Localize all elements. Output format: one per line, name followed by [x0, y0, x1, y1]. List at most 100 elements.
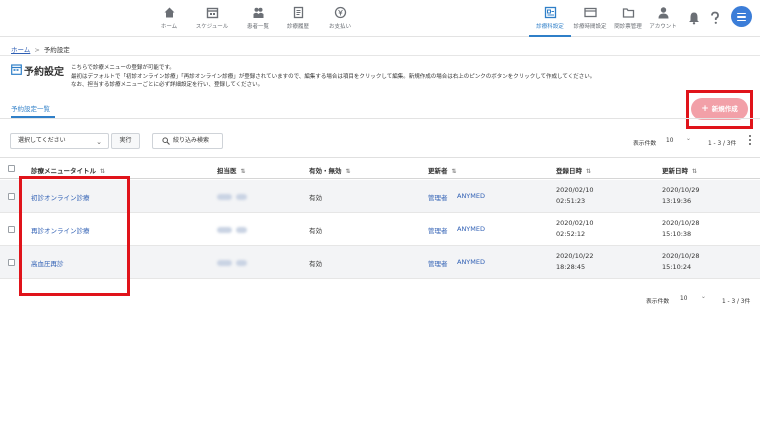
sort-icon: ⇅ — [586, 168, 592, 175]
doctor-name-redacted — [236, 194, 247, 200]
breadcrumb-separator: > — [34, 46, 40, 54]
page-description: こちらで診療メニューの登録が可能です。 最初はデフォルトで「初診オンライン診療」… — [71, 64, 595, 90]
history-icon — [292, 6, 305, 19]
nav-home-label: ホーム — [160, 24, 178, 30]
filter-search-label: 絞り込み検索 — [173, 137, 210, 144]
per-page-label: 表示件数 — [633, 141, 657, 147]
description-line-1: こちらで診療メニューの登録が可能です。 — [71, 65, 175, 71]
filter-search-button[interactable]: 絞り込み検索 — [152, 133, 223, 149]
updater-role: 管理者 — [428, 194, 448, 202]
sort-icon: ⇅ — [345, 168, 351, 175]
updated-date: 2020/10/28 — [662, 252, 700, 260]
status-value: 有効 — [309, 194, 322, 202]
header-updater[interactable]: 更新者 ⇅ — [428, 165, 457, 175]
tab-reservation-list[interactable]: 予約設定一覧 — [11, 103, 50, 113]
row-checkbox[interactable] — [8, 226, 15, 233]
help-icon[interactable] — [709, 11, 721, 25]
schedule-settings-icon — [583, 6, 597, 19]
chevron-down-icon: ⌄ — [701, 294, 706, 300]
chevron-down-icon: ⌄ — [686, 136, 691, 142]
footer-per-page-label: 表示件数 — [646, 299, 670, 305]
created-date: 2020/02/10 — [556, 219, 594, 227]
more-options-icon[interactable] — [749, 135, 751, 147]
sort-icon: ⇅ — [240, 168, 246, 175]
folder-icon — [622, 6, 635, 19]
doctor-name-redacted — [217, 227, 232, 233]
description-line-3: なお、担当する診療メニューごとに必ず詳細設定を行い、登録してください。 — [71, 82, 264, 89]
nav-clinic-settings-label: 診療科設定 — [536, 24, 564, 30]
header-updated-at-label: 更新日時 — [662, 167, 688, 175]
page-title: 予約設定 — [24, 67, 64, 78]
nav-patients[interactable]: 患者一覧 — [237, 6, 279, 30]
created-at: 2020/10/22 18:28:45 — [556, 251, 593, 272]
yen-icon — [334, 6, 347, 19]
nav-schedule-label: スケジュール — [195, 24, 229, 30]
sort-icon: ⇅ — [451, 168, 457, 175]
updated-at: 2020/10/28 15:10:38 — [662, 218, 699, 239]
header-doctor[interactable]: 担当医 ⇅ — [217, 165, 246, 175]
created-time: 02:51:23 — [556, 196, 586, 205]
updater-role: 管理者 — [428, 227, 448, 235]
bell-icon[interactable] — [688, 11, 700, 25]
header-menu-title-label: 診療メニュータイトル — [31, 167, 96, 175]
nav-schedule-settings[interactable]: 診療時間設定 — [569, 6, 611, 30]
nav-patients-label: 患者一覧 — [246, 24, 269, 30]
header-updater-label: 更新者 — [428, 167, 448, 175]
updater-name: ANYMED — [457, 225, 485, 233]
nav-schedule[interactable]: スケジュール — [191, 6, 233, 30]
updated-date: 2020/10/28 — [662, 219, 700, 227]
header-doctor-label: 担当医 — [217, 167, 237, 175]
row-checkbox[interactable] — [8, 193, 15, 200]
account-icon — [657, 6, 670, 19]
execute-button[interactable]: 実行 — [111, 133, 140, 149]
users-icon — [252, 6, 265, 19]
breadcrumb-current: 予約設定 — [43, 46, 70, 54]
updater-name: ANYMED — [457, 258, 485, 266]
row-checkbox[interactable] — [8, 259, 15, 266]
divider — [0, 118, 760, 119]
header-created-at-label: 登録日時 — [556, 167, 582, 175]
search-icon — [162, 137, 170, 145]
bulk-action-select[interactable]: 選択してください ⌄ — [10, 133, 109, 149]
updater-role: 管理者 — [428, 260, 448, 268]
bulk-action-select-value: 選択してください — [18, 137, 66, 144]
updater-name: ANYMED — [457, 192, 485, 200]
footer-per-page-select[interactable]: 10 — [680, 296, 687, 302]
created-date: 2020/10/22 — [556, 252, 594, 260]
nav-clinic-settings[interactable]: 診療科設定 — [529, 6, 571, 37]
new-create-label: 新規作成 — [711, 105, 738, 113]
nav-home[interactable]: ホーム — [148, 6, 190, 30]
header-updated-at[interactable]: 更新日時 ⇅ — [662, 165, 697, 175]
nav-payment[interactable]: お支払い — [319, 6, 361, 30]
header-status[interactable]: 有効・無効 ⇅ — [309, 165, 351, 175]
per-page-select[interactable]: 10 — [666, 138, 673, 144]
new-create-button[interactable]: + 新規作成 — [691, 98, 748, 120]
nav-history[interactable]: 診療履歴 — [277, 6, 319, 30]
description-line-2: 最初はデフォルトで「初診オンライン診療」「再診オンライン診療」が登録されています… — [71, 73, 596, 80]
created-date: 2020/02/10 — [556, 186, 594, 194]
updated-time: 15:10:38 — [662, 229, 692, 238]
breadcrumb-home-link[interactable]: ホーム — [11, 46, 30, 54]
home-icon — [163, 6, 176, 19]
header-created-at[interactable]: 登録日時 ⇅ — [556, 165, 591, 175]
nav-account[interactable]: アカウント — [642, 6, 684, 30]
nav-account-label: アカウント — [649, 24, 677, 30]
menu-icon[interactable] — [731, 6, 752, 27]
created-at: 2020/02/10 02:52:12 — [556, 218, 593, 239]
chevron-down-icon: ⌄ — [96, 138, 102, 146]
updated-time: 15:10:24 — [662, 262, 692, 271]
header-menu-title[interactable]: 診療メニュータイトル ⇅ — [31, 165, 105, 175]
created-time: 18:28:45 — [556, 262, 586, 271]
doctor-name-redacted — [236, 227, 247, 233]
footer-pagination-range: 1 - 3 / 3件 — [722, 299, 751, 305]
header-status-label: 有効・無効 — [309, 167, 342, 175]
select-all-checkbox[interactable] — [8, 165, 15, 172]
highlight-box-menu-titles — [19, 176, 130, 296]
divider — [0, 55, 760, 56]
doctor-name-redacted — [217, 260, 232, 266]
nav-schedule-settings-label: 診療時間設定 — [573, 24, 607, 30]
sort-icon: ⇅ — [692, 168, 698, 175]
status-value: 有効 — [309, 260, 322, 268]
created-at: 2020/02/10 02:51:23 — [556, 185, 593, 206]
calendar-icon — [206, 6, 219, 19]
